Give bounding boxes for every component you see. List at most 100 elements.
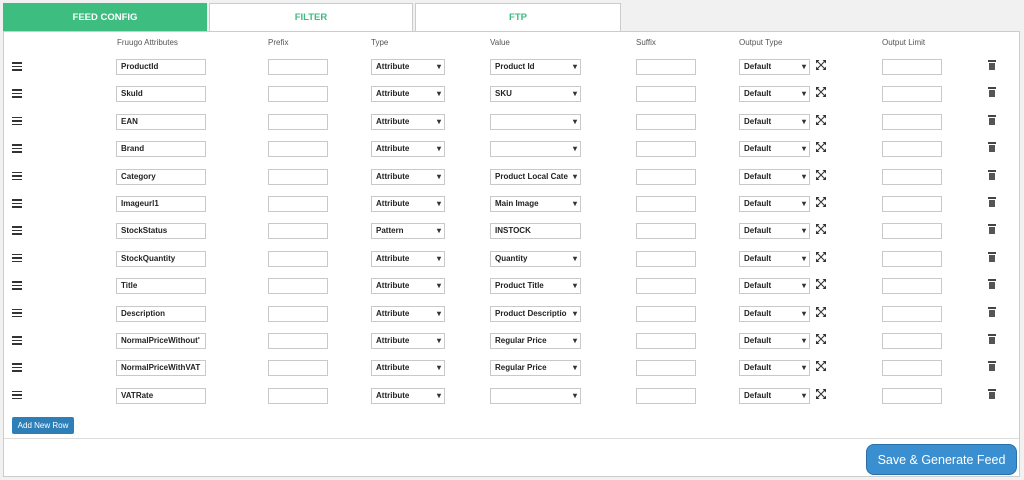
- attribute-input[interactable]: NormalPriceWithVAT: [116, 360, 206, 377]
- output-limit-input[interactable]: [882, 360, 942, 377]
- trash-icon[interactable]: [988, 197, 996, 207]
- output-limit-input[interactable]: [882, 305, 942, 322]
- output-type-select[interactable]: Default: [739, 168, 810, 185]
- output-limit-input[interactable]: [882, 387, 942, 404]
- output-type-select[interactable]: Default: [739, 305, 810, 322]
- trash-icon[interactable]: [988, 388, 996, 399]
- expand-arrows-icon[interactable]: [816, 87, 826, 98]
- trash-icon[interactable]: [988, 361, 996, 372]
- expand-arrows-icon[interactable]: [816, 142, 826, 153]
- type-select[interactable]: Attribute: [371, 250, 445, 267]
- drag-handle-icon[interactable]: [12, 390, 22, 402]
- attribute-input[interactable]: EAN: [116, 113, 206, 130]
- type-select[interactable]: Attribute: [371, 333, 445, 349]
- value-select[interactable]: Regular Price: [490, 360, 581, 377]
- attribute-input[interactable]: Title: [116, 278, 206, 295]
- expand-arrows-icon[interactable]: [816, 279, 826, 290]
- suffix-input[interactable]: [636, 141, 696, 158]
- output-limit-input[interactable]: [882, 278, 942, 295]
- trash-icon[interactable]: [988, 114, 996, 125]
- value-select[interactable]: INSTOCK: [490, 223, 581, 240]
- output-limit-input[interactable]: [882, 223, 942, 240]
- output-type-select[interactable]: Default: [739, 360, 810, 377]
- type-select[interactable]: Attribute: [371, 196, 445, 212]
- prefix-input[interactable]: [268, 333, 328, 349]
- prefix-input[interactable]: [268, 168, 328, 185]
- attribute-input[interactable]: SkuId: [116, 86, 206, 103]
- trash-icon[interactable]: [988, 87, 996, 98]
- output-limit-input[interactable]: [882, 86, 942, 103]
- type-select[interactable]: Attribute: [371, 360, 445, 377]
- value-select[interactable]: SKU: [490, 86, 581, 103]
- output-limit-input[interactable]: [882, 59, 942, 75]
- suffix-input[interactable]: [636, 223, 696, 240]
- drag-handle-icon[interactable]: [12, 336, 22, 347]
- trash-icon[interactable]: [988, 169, 996, 180]
- value-select[interactable]: [490, 141, 581, 158]
- attribute-input[interactable]: StockStatus: [116, 223, 206, 240]
- drag-handle-icon[interactable]: [12, 363, 22, 374]
- attribute-input[interactable]: VATRate: [116, 387, 206, 404]
- drag-handle-icon[interactable]: [12, 226, 22, 237]
- output-type-select[interactable]: Default: [739, 113, 810, 130]
- type-select[interactable]: Attribute: [371, 305, 445, 322]
- expand-arrows-icon[interactable]: [816, 114, 826, 125]
- attribute-input[interactable]: Description: [116, 305, 206, 322]
- tab-ftp[interactable]: FTP: [415, 3, 621, 31]
- attribute-input[interactable]: StockQuantity: [116, 250, 206, 267]
- tab-feed-config[interactable]: FEED CONFIG: [3, 3, 207, 31]
- output-limit-input[interactable]: [882, 168, 942, 185]
- suffix-input[interactable]: [636, 387, 696, 404]
- attribute-input[interactable]: NormalPriceWithout': [116, 333, 206, 349]
- save-generate-feed-button[interactable]: Save & Generate Feed: [866, 444, 1017, 475]
- type-select[interactable]: Attribute: [371, 387, 445, 404]
- suffix-input[interactable]: [636, 333, 696, 349]
- drag-handle-icon[interactable]: [12, 308, 22, 320]
- expand-arrows-icon[interactable]: [816, 169, 826, 180]
- trash-icon[interactable]: [988, 224, 996, 235]
- output-type-select[interactable]: Default: [739, 223, 810, 240]
- suffix-input[interactable]: [636, 59, 696, 75]
- drag-handle-icon[interactable]: [12, 116, 22, 128]
- drag-handle-icon[interactable]: [12, 144, 22, 155]
- suffix-input[interactable]: [636, 250, 696, 267]
- value-select[interactable]: Product Descriptio: [490, 305, 581, 322]
- suffix-input[interactable]: [636, 305, 696, 322]
- value-select[interactable]: Product Title: [490, 278, 581, 295]
- expand-arrows-icon[interactable]: [816, 388, 826, 399]
- prefix-input[interactable]: [268, 250, 328, 267]
- prefix-input[interactable]: [268, 223, 328, 240]
- drag-handle-icon[interactable]: [12, 253, 22, 265]
- attribute-input[interactable]: Imageurl1: [116, 196, 206, 212]
- attribute-input[interactable]: Category: [116, 168, 206, 185]
- trash-icon[interactable]: [988, 334, 996, 344]
- value-select[interactable]: [490, 113, 581, 130]
- output-type-select[interactable]: Default: [739, 141, 810, 158]
- output-limit-input[interactable]: [882, 196, 942, 212]
- value-select[interactable]: Main Image: [490, 196, 581, 212]
- prefix-input[interactable]: [268, 59, 328, 75]
- output-type-select[interactable]: Default: [739, 196, 810, 212]
- value-select[interactable]: Regular Price: [490, 333, 581, 349]
- value-select[interactable]: Quantity: [490, 250, 581, 267]
- type-select[interactable]: Pattern: [371, 223, 445, 240]
- expand-arrows-icon[interactable]: [816, 251, 826, 262]
- output-type-select[interactable]: Default: [739, 86, 810, 103]
- drag-handle-icon[interactable]: [12, 62, 22, 73]
- suffix-input[interactable]: [636, 196, 696, 212]
- prefix-input[interactable]: [268, 278, 328, 295]
- prefix-input[interactable]: [268, 360, 328, 377]
- attribute-input[interactable]: Brand: [116, 141, 206, 158]
- value-select[interactable]: Product Local Cate: [490, 168, 581, 185]
- output-limit-input[interactable]: [882, 113, 942, 130]
- expand-arrows-icon[interactable]: [816, 197, 826, 207]
- attribute-input[interactable]: ProductId: [116, 59, 206, 75]
- type-select[interactable]: Attribute: [371, 86, 445, 103]
- suffix-input[interactable]: [636, 360, 696, 377]
- type-select[interactable]: Attribute: [371, 113, 445, 130]
- suffix-input[interactable]: [636, 86, 696, 103]
- output-type-select[interactable]: Default: [739, 250, 810, 267]
- output-type-select[interactable]: Default: [739, 278, 810, 295]
- value-select[interactable]: [490, 387, 581, 404]
- output-type-select[interactable]: Default: [739, 59, 810, 75]
